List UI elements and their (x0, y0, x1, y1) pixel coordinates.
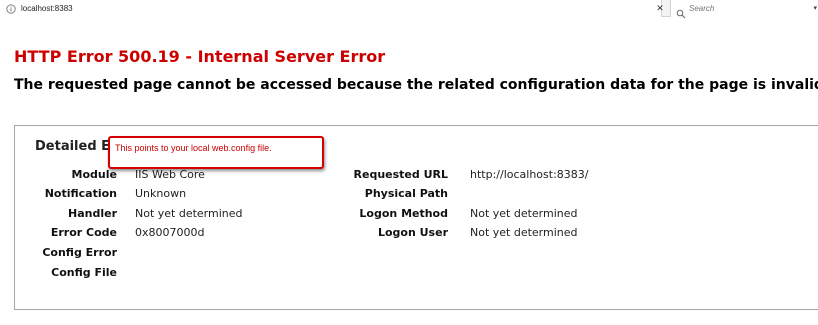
detail-value-handler: Not yet determined (135, 207, 243, 220)
detail-label-logon-user: Logon User (377, 226, 448, 239)
detail-label-logon-method: Logon Method (359, 207, 448, 220)
address-bar[interactable]: localhost:8383 (0, 0, 662, 17)
detail-label-notification: Notification (44, 187, 117, 200)
detail-label-config-error: Config Error (42, 246, 117, 259)
search-placeholder: Search (689, 4, 715, 13)
detail-value-requested-url: http://localhost:8383/ (470, 168, 589, 181)
detail-value-logon-user: Not yet determined (470, 226, 578, 239)
detail-value-notification: Unknown (135, 187, 187, 200)
detail-label-handler: Handler (68, 207, 117, 220)
chevron-down-icon[interactable]: ▾ (813, 4, 817, 12)
error-subtitle: The requested page cannot be accessed be… (14, 77, 818, 93)
annotation-text: This points to your local web.config fil… (115, 143, 272, 153)
search-input[interactable]: Search ▾ (670, 0, 818, 18)
detail-value-logon-method: Not yet determined (470, 207, 578, 220)
browser-toolbar: localhost:8383 ✕ Search ▾ (0, 0, 818, 18)
detail-label-error-code: Error Code (50, 226, 117, 239)
detail-label-requested-url: Requested URL (353, 168, 448, 181)
close-icon[interactable]: ✕ (655, 3, 665, 13)
annotation-callout: This points to your local web.config fil… (108, 136, 324, 169)
detail-label-physical-path: Physical Path (364, 187, 448, 200)
detail-label-config-file: Config File (51, 266, 117, 279)
search-icon (676, 4, 686, 18)
detail-value-module: IIS Web Core (135, 168, 205, 181)
detail-value-error-code: 0x8007000d (135, 226, 205, 239)
info-icon[interactable] (5, 3, 16, 14)
error-title: HTTP Error 500.19 - Internal Server Erro… (14, 47, 386, 66)
address-url[interactable]: localhost:8383 (21, 4, 73, 13)
detail-label-module: Module (71, 168, 117, 181)
